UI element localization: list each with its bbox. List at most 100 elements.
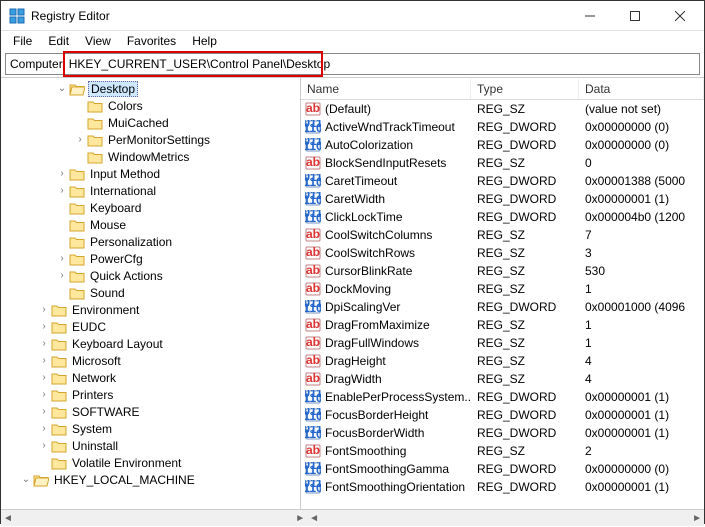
tree-node[interactable]: ›PerMonitorSettings (1, 131, 300, 148)
tree-node-label: Microsoft (70, 354, 123, 368)
tree-node[interactable]: Personalization (1, 233, 300, 250)
chevron-right-icon[interactable]: › (73, 134, 87, 145)
col-name[interactable]: Name (301, 79, 471, 99)
list-row[interactable]: DragFullWindowsREG_SZ1 (301, 334, 704, 352)
chevron-right-icon[interactable]: › (37, 440, 51, 451)
regedit-icon (9, 8, 25, 24)
list-row[interactable]: CaretWidthREG_DWORD0x00000001 (1) (301, 190, 704, 208)
chevron-right-icon[interactable]: › (55, 185, 69, 196)
value-type: REG_SZ (471, 246, 579, 260)
list-row[interactable]: DragHeightREG_SZ4 (301, 352, 704, 370)
list-row[interactable]: BlockSendInputResetsREG_SZ0 (301, 154, 704, 172)
value-name: DragFromMaximize (325, 318, 430, 332)
list-row[interactable]: CoolSwitchColumnsREG_SZ7 (301, 226, 704, 244)
value-name: ActiveWndTrackTimeout (325, 120, 455, 134)
list-row[interactable]: FocusBorderHeightREG_DWORD0x00000001 (1) (301, 406, 704, 424)
list-row[interactable]: DragWidthREG_SZ4 (301, 370, 704, 388)
folder-icon (51, 371, 67, 385)
list-row[interactable]: FontSmoothingOrientationREG_DWORD0x00000… (301, 478, 704, 496)
value-data: 0x00000001 (1) (579, 390, 704, 404)
col-type[interactable]: Type (471, 79, 579, 99)
list-row[interactable]: ClickLockTimeREG_DWORD0x000004b0 (1200 (301, 208, 704, 226)
value-type: REG_SZ (471, 156, 579, 170)
tree-node[interactable]: Colors (1, 97, 300, 114)
list-pane[interactable]: Name Type Data (Default)REG_SZ(value not… (301, 78, 704, 509)
chevron-right-icon[interactable]: › (55, 253, 69, 264)
tree-node-label: Mouse (88, 218, 128, 232)
list-row[interactable]: AutoColorizationREG_DWORD0x00000000 (0) (301, 136, 704, 154)
value-data: 4 (579, 354, 704, 368)
close-button[interactable] (657, 2, 702, 30)
tree-node[interactable]: ›System (1, 420, 300, 437)
list-row[interactable]: DockMovingREG_SZ1 (301, 280, 704, 298)
list-row[interactable]: CursorBlinkRateREG_SZ530 (301, 262, 704, 280)
folder-icon (69, 184, 85, 198)
chevron-right-icon[interactable]: › (37, 321, 51, 332)
address-input[interactable] (67, 55, 699, 73)
minimize-button[interactable] (567, 2, 612, 30)
tree-node[interactable]: ›Environment (1, 301, 300, 318)
tree-node[interactable]: ›International (1, 182, 300, 199)
value-data: 0x00000001 (1) (579, 480, 704, 494)
tree-node[interactable]: ›EUDC (1, 318, 300, 335)
value-data: 530 (579, 264, 704, 278)
list-row[interactable]: ActiveWndTrackTimeoutREG_DWORD0x00000000… (301, 118, 704, 136)
chevron-right-icon[interactable]: › (37, 338, 51, 349)
col-data[interactable]: Data (579, 79, 704, 99)
list-row[interactable]: DpiScalingVerREG_DWORD0x00001000 (4096 (301, 298, 704, 316)
list-row[interactable]: CoolSwitchRowsREG_SZ3 (301, 244, 704, 262)
menu-help[interactable]: Help (184, 32, 225, 50)
tree-node[interactable]: › Microsoft (1, 352, 300, 369)
tree-node[interactable]: › Printers (1, 386, 300, 403)
tree-node[interactable]: ›PowerCfg (1, 250, 300, 267)
menu-edit[interactable]: Edit (40, 32, 77, 50)
menu-view[interactable]: View (77, 32, 119, 50)
tree-node-label: Desktop (88, 81, 138, 97)
chevron-right-icon[interactable]: › (55, 270, 69, 281)
tree-node[interactable]: ›Quick Actions (1, 267, 300, 284)
binary-value-icon (305, 300, 321, 314)
tree-node-label: Printers (70, 388, 115, 402)
tree-node[interactable]: WindowMetrics (1, 148, 300, 165)
tree-node-label: Personalization (88, 235, 174, 249)
value-name: FocusBorderHeight (325, 408, 428, 422)
string-value-icon (305, 246, 321, 260)
chevron-right-icon[interactable]: › (37, 389, 51, 400)
menu-file[interactable]: File (5, 32, 40, 50)
tree-pane[interactable]: ⌄ DesktopColorsMuiCached›PerMonitorSettin… (1, 78, 301, 509)
tree-node[interactable]: ›Keyboard Layout (1, 335, 300, 352)
tree-node[interactable]: ⌄ Desktop (1, 80, 300, 97)
value-type: REG_DWORD (471, 426, 579, 440)
tree-node[interactable]: ›Input Method (1, 165, 300, 182)
list-row[interactable]: DragFromMaximizeREG_SZ1 (301, 316, 704, 334)
tree-node[interactable]: Mouse (1, 216, 300, 233)
menu-favorites[interactable]: Favorites (119, 32, 184, 50)
maximize-button[interactable] (612, 2, 657, 30)
chevron-down-icon[interactable]: ⌄ (19, 474, 33, 485)
folder-icon (69, 286, 85, 300)
tree-node[interactable]: ⌄HKEY_LOCAL_MACHINE (1, 471, 300, 488)
tree-node[interactable]: ›Uninstall (1, 437, 300, 454)
list-row[interactable]: EnablePerProcessSystem...REG_DWORD0x0000… (301, 388, 704, 406)
tree-node[interactable]: Keyboard (1, 199, 300, 216)
chevron-right-icon[interactable]: › (37, 372, 51, 383)
chevron-down-icon[interactable]: ⌄ (55, 83, 69, 94)
list-row[interactable]: FontSmoothingREG_SZ2 (301, 442, 704, 460)
list-row[interactable]: FontSmoothingGammaREG_DWORD0x00000000 (0… (301, 460, 704, 478)
tree-node[interactable]: ›Network (1, 369, 300, 386)
tree-node[interactable]: MuiCached (1, 114, 300, 131)
list-row[interactable]: FocusBorderWidthREG_DWORD0x00000001 (1) (301, 424, 704, 442)
chevron-right-icon[interactable]: › (37, 406, 51, 417)
tree-node[interactable]: ›SOFTWARE (1, 403, 300, 420)
folder-icon (51, 439, 67, 453)
value-name: FocusBorderWidth (325, 426, 424, 440)
list-row[interactable]: CaretTimeoutREG_DWORD0x00001388 (5000 (301, 172, 704, 190)
chevron-right-icon[interactable]: › (37, 304, 51, 315)
chevron-right-icon[interactable]: › (55, 168, 69, 179)
tree-node[interactable]: Sound (1, 284, 300, 301)
list-row[interactable]: (Default)REG_SZ(value not set) (301, 100, 704, 118)
chevron-right-icon[interactable]: › (37, 355, 51, 366)
chevron-right-icon[interactable]: › (37, 423, 51, 434)
tree-node[interactable]: Volatile Environment (1, 454, 300, 471)
tree-node-label: Sound (88, 286, 127, 300)
